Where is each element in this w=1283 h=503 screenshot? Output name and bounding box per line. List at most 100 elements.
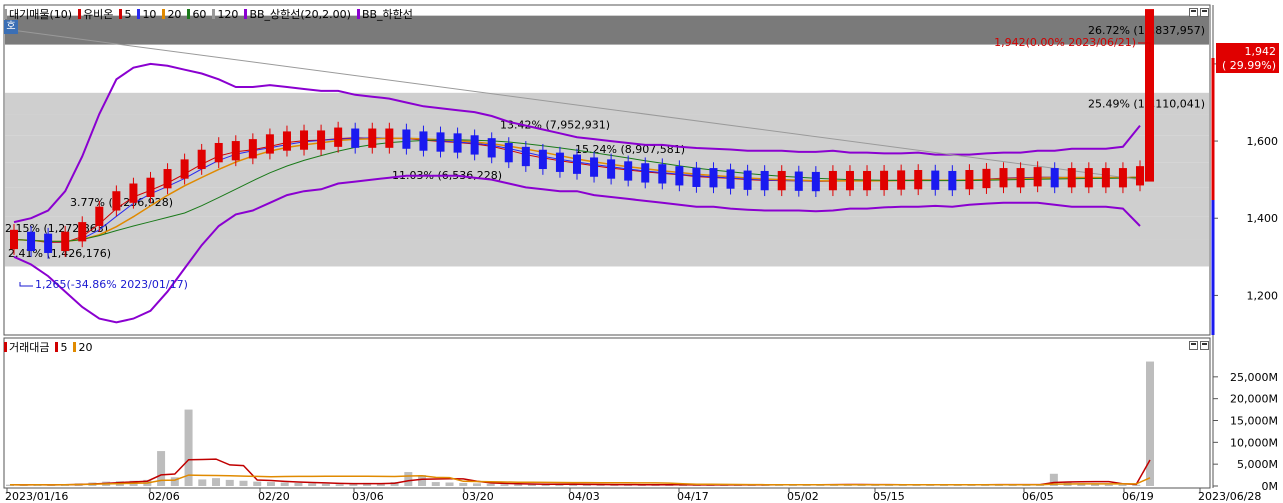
candle-body — [214, 142, 223, 163]
candle-body — [436, 132, 445, 152]
price-legend-swatch — [356, 9, 360, 19]
candle-body — [368, 128, 377, 148]
candle-body — [10, 229, 18, 250]
volume-legend-item: 20 — [73, 341, 92, 354]
candle-body — [692, 167, 701, 187]
volume-legend-swatch — [73, 342, 77, 352]
price-legend-item: 유비온 — [78, 6, 113, 22]
candle-body — [317, 130, 326, 150]
volume-profile-band — [5, 216, 1209, 240]
price-legend-label: 60 — [192, 7, 207, 21]
ho-button[interactable]: 호 — [4, 20, 18, 34]
price-panel-close-button[interactable] — [1200, 8, 1209, 17]
volume-tick-label: 0M — [1262, 480, 1279, 493]
date-tick-label: 03/06 — [352, 490, 384, 503]
date-tick-label: 05/02 — [787, 490, 819, 503]
volume-bar — [198, 479, 207, 486]
candle-body — [402, 129, 411, 149]
candle-body — [419, 131, 428, 151]
price-legend-label: 20 — [167, 7, 182, 21]
candle-body — [573, 154, 581, 174]
price-tick-label: 1,200 — [1247, 289, 1279, 302]
date-tick-label: 02/06 — [148, 490, 180, 503]
date-tick-label: 02/20 — [258, 490, 290, 503]
volume-legend-swatch — [4, 342, 7, 352]
price-tick-label: 1,400 — [1247, 212, 1279, 225]
volume-tick-label: 25,000M — [1230, 371, 1278, 384]
price-legend-item: 5 — [119, 8, 131, 21]
high-annotation: 1,942(0.00% 2023/06/21) — [994, 36, 1136, 49]
candle-body — [112, 191, 121, 211]
volume-panel-close-button[interactable] — [1200, 341, 1209, 350]
volume-panel-minimize-button[interactable] — [1189, 341, 1198, 350]
volume-bar — [212, 478, 221, 486]
candle-body — [385, 128, 394, 148]
last-change-label: ( 29.99%) — [1222, 59, 1276, 72]
candle-body — [897, 170, 906, 190]
volume-bar — [280, 482, 289, 486]
date-tick-label: 04/03 — [568, 490, 600, 503]
volume-bar — [266, 482, 275, 486]
candle-body — [607, 159, 616, 179]
candle-body — [863, 170, 872, 191]
candle-body — [180, 159, 189, 179]
candle-body — [709, 168, 718, 188]
price-legend-label: 유비온 — [83, 8, 114, 21]
candle-body — [1101, 168, 1110, 188]
volume-bar — [335, 484, 344, 486]
candle-body — [453, 133, 462, 153]
candle-body — [811, 171, 820, 192]
candle-body — [1033, 167, 1042, 187]
candle-body — [828, 170, 837, 191]
candle-body — [641, 163, 650, 183]
candle-body — [931, 170, 940, 190]
price-panel-minimize-button[interactable] — [1189, 8, 1198, 17]
price-legend-label: 대기매물(10) — [9, 8, 73, 21]
volume-bar — [225, 479, 234, 486]
price-legend-label: BB_하한선 — [361, 8, 413, 21]
low-annotation: 1,265(-34.86% 2023/01/17) — [35, 278, 188, 291]
price-legend-label: 5 — [124, 7, 132, 21]
volume-legend-label: 거래대금 — [9, 341, 50, 354]
volume-profile-band — [5, 92, 1209, 115]
candle-body — [845, 170, 854, 191]
candle-body — [334, 127, 343, 147]
candle-body — [999, 168, 1008, 188]
candle-body — [197, 149, 206, 170]
date-tick-label: 04/17 — [677, 490, 709, 503]
candle-body — [1118, 168, 1127, 188]
price-legend-swatch — [137, 9, 141, 19]
price-legend-swatch — [119, 9, 123, 19]
volume-bar — [459, 482, 468, 486]
price-legend-item: 10 — [137, 8, 156, 21]
candle-body — [248, 139, 257, 159]
volume-profile-band — [5, 239, 1209, 267]
price-tick-label: 1,600 — [1247, 135, 1279, 148]
price-legend-swatch — [162, 9, 166, 19]
candle-body — [265, 134, 274, 154]
candle-body — [95, 206, 104, 226]
candle-body — [982, 168, 991, 189]
candle-body — [914, 170, 923, 190]
volume-bar — [431, 482, 440, 486]
volume-tick-label: 10,000M — [1230, 436, 1278, 449]
price-legend-swatch — [244, 9, 248, 19]
candle-body — [1145, 9, 1154, 182]
price-legend-label: BB_상한선(20,2.00) — [249, 8, 351, 21]
volume-bar — [500, 484, 509, 486]
candle-body — [1084, 168, 1093, 188]
volume-legend-label: 5 — [60, 340, 68, 354]
date-tick-label: 05/15 — [873, 490, 905, 503]
volume-bar — [486, 483, 495, 486]
candle-body — [129, 183, 138, 203]
candle-body — [590, 157, 599, 177]
price-legend-item: 60 — [187, 8, 206, 21]
volume-legend-item: 거래대금 — [4, 339, 49, 355]
candle-body — [1136, 166, 1144, 186]
date-tick-label: 03/20 — [462, 490, 494, 503]
price-legend-item: 20 — [162, 8, 181, 21]
price-legend-item: BB_하한선 — [356, 6, 413, 22]
candle-body — [163, 169, 172, 189]
volume-tick-label: 15,000M — [1230, 415, 1278, 428]
price-legend-item: BB_상한선(20,2.00) — [244, 6, 351, 22]
